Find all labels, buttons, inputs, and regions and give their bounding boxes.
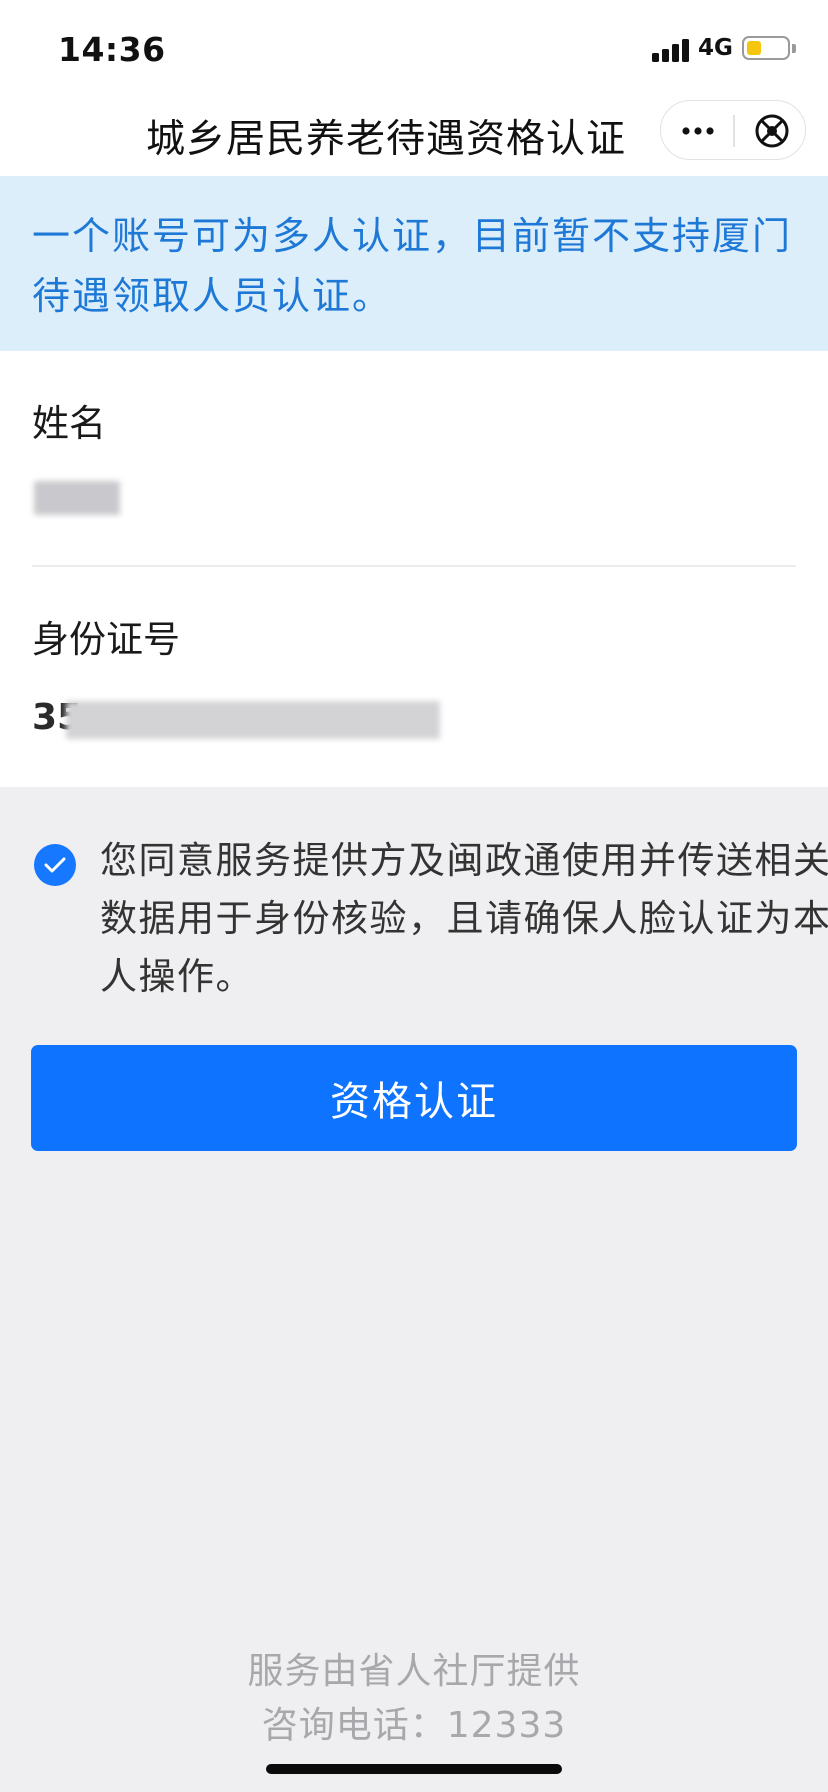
page-title: 城乡居民养老待遇资格认证 bbox=[146, 117, 627, 162]
home-indicator bbox=[266, 1764, 562, 1774]
notice-banner: 一个账号可为多人认证，目前暂不支持厦门待遇领取人员认证。 bbox=[0, 176, 828, 351]
agreement-text: 您同意服务提供方及闽政通使用并传送相关数据用于身份核验，且请确保人脸认证为本人操… bbox=[100, 839, 828, 998]
footer-hotline: 咨询电话：12333 bbox=[261, 1705, 567, 1746]
capsule-divider bbox=[733, 115, 735, 147]
id-label: 身份证号 bbox=[32, 618, 180, 661]
ellipsis-icon[interactable] bbox=[681, 119, 715, 143]
mini-program-capsule bbox=[660, 100, 806, 160]
notice-text: 一个账号可为多人认证，目前暂不支持厦门待遇领取人员认证。 bbox=[32, 214, 793, 318]
close-circle-icon[interactable] bbox=[753, 112, 791, 150]
field-divider bbox=[32, 565, 796, 567]
id-value-masked bbox=[66, 701, 440, 739]
check-icon bbox=[44, 857, 66, 873]
battery-icon bbox=[742, 36, 790, 60]
page: 14:36 4G 城乡居民养老待遇资格认证 一个账号可为多人认证，目前暂不支持厦… bbox=[0, 0, 828, 1792]
identity-form: 姓名 身份证号 35 bbox=[0, 351, 828, 787]
name-label: 姓名 bbox=[32, 402, 106, 445]
name-value-masked bbox=[34, 481, 120, 515]
footer: 服务由省人社厅提供 咨询电话：12333 bbox=[0, 1645, 828, 1753]
battery-cap bbox=[792, 44, 796, 53]
agreement-checkbox[interactable] bbox=[34, 844, 76, 886]
network-type: 4G bbox=[698, 35, 733, 61]
nav-bar: 城乡居民养老待遇资格认证 bbox=[0, 94, 828, 176]
status-time: 14:36 bbox=[58, 30, 166, 69]
battery-level bbox=[747, 41, 761, 55]
footer-provider: 服务由省人社厅提供 bbox=[247, 1651, 581, 1692]
signal-icon bbox=[652, 38, 692, 62]
certify-button[interactable]: 资格认证 bbox=[31, 1045, 797, 1151]
status-bar: 14:36 4G bbox=[0, 0, 828, 94]
